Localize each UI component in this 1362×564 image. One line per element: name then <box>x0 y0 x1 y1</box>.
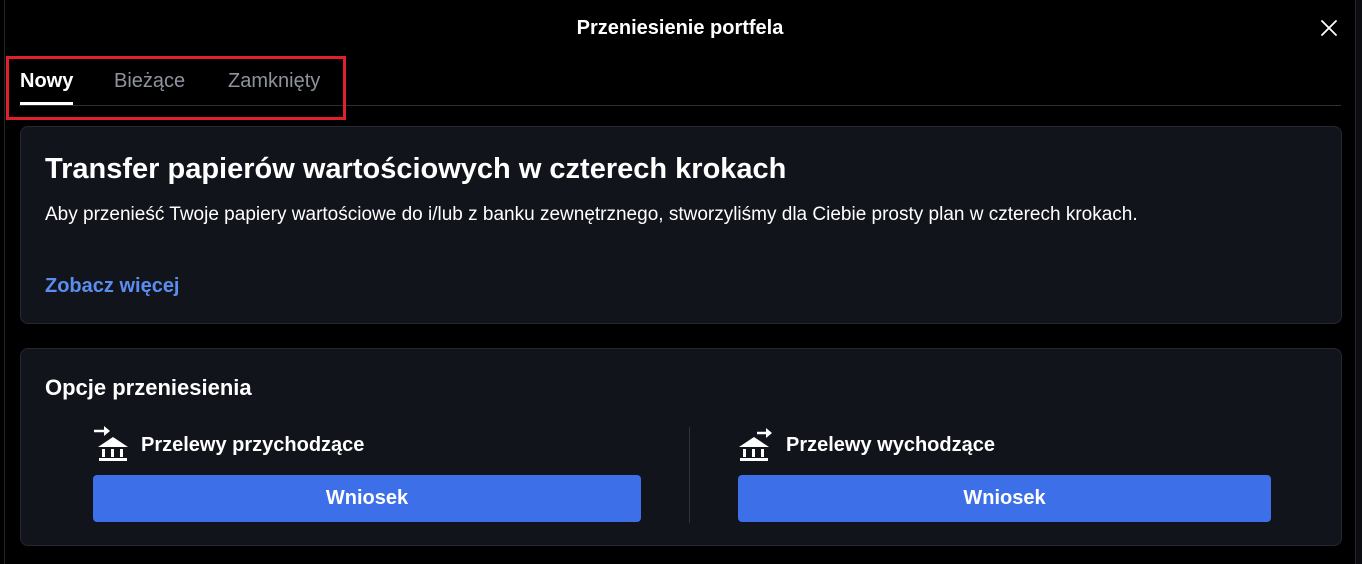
incoming-header: Przelewy przychodzące <box>93 425 641 465</box>
incoming-transfers-section: Przelewy przychodzące Wniosek <box>93 425 641 522</box>
outgoing-request-button[interactable]: Wniosek <box>738 475 1271 522</box>
info-card: Transfer papierów wartościowych w cztere… <box>20 126 1342 324</box>
bank-incoming-icon <box>94 426 128 461</box>
outgoing-label: Przelewy wychodzące <box>786 434 995 456</box>
outgoing-transfers-section: Przelewy wychodzące Wniosek <box>738 425 1271 522</box>
tab-new[interactable]: Nowy <box>20 70 74 105</box>
outgoing-header: Przelewy wychodzące <box>738 425 1271 465</box>
see-more-link[interactable]: Zobacz więcej <box>45 275 180 298</box>
close-icon <box>1321 20 1337 36</box>
close-button[interactable] <box>1317 16 1341 40</box>
info-description: Aby przenieść Twoje papiery wartościowe … <box>45 204 1138 225</box>
tab-closed[interactable]: Zamknięty <box>228 70 320 105</box>
tab-bar: Nowy Bieżące Zamknięty <box>19 58 1341 106</box>
tab-current[interactable]: Bieżące <box>114 70 185 105</box>
modal-title: Przeniesienie portfela <box>576 17 784 39</box>
portfolio-transfer-modal: Przeniesienie portfela Nowy Bieżące Zamk… <box>4 0 1356 564</box>
options-divider <box>689 427 690 523</box>
incoming-label: Przelewy przychodzące <box>141 434 365 456</box>
bank-outgoing-icon <box>739 428 772 461</box>
incoming-request-button[interactable]: Wniosek <box>93 475 641 522</box>
info-title: Transfer papierów wartościowych w cztere… <box>45 153 787 185</box>
transfer-options-card: Opcje przeniesienia Przelewy przychodząc <box>20 348 1342 546</box>
options-title: Opcje przeniesienia <box>45 375 252 400</box>
